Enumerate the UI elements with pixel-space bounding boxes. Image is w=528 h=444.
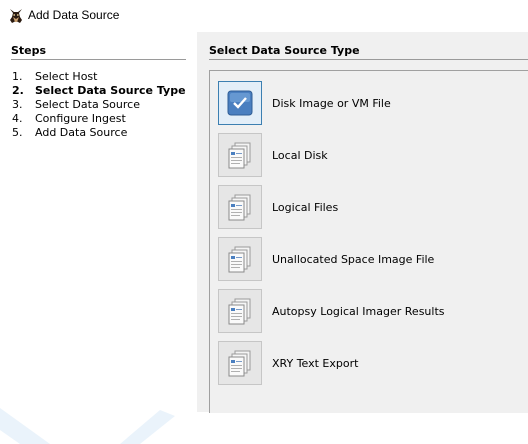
steps-title: Steps bbox=[11, 44, 47, 57]
step-number: 5. bbox=[12, 126, 23, 139]
autopsy-dog-icon bbox=[7, 7, 25, 25]
data-source-type-3: Logical Files bbox=[218, 185, 518, 233]
step-label: Select Data Source bbox=[35, 98, 140, 111]
content-title: Select Data Source Type bbox=[209, 44, 360, 57]
data-source-type-2: Local Disk bbox=[218, 133, 518, 181]
disk-image-icon bbox=[227, 90, 253, 116]
step-number: 4. bbox=[12, 112, 23, 125]
data-source-type-5: Autopsy Logical Imager Results bbox=[218, 289, 518, 337]
steps-panel: Steps 1. Select Host 2. Select Data Source … bbox=[0, 32, 197, 444]
data-source-type-button[interactable] bbox=[218, 341, 262, 385]
step-label: Configure Ingest bbox=[35, 112, 126, 125]
data-source-type-label[interactable]: Logical Files bbox=[272, 201, 338, 214]
content-divider bbox=[209, 59, 528, 60]
data-source-type-label[interactable]: Local Disk bbox=[272, 149, 328, 162]
xry-export-icon bbox=[228, 350, 251, 377]
step-label: Add Data Source bbox=[35, 126, 128, 139]
data-source-type-1: Disk Image or VM File bbox=[218, 81, 518, 129]
data-source-type-list: Disk Image or VM File Local Disk Logical F… bbox=[209, 70, 528, 413]
window-title: Add Data Source bbox=[28, 8, 120, 22]
data-source-type-button[interactable] bbox=[218, 237, 262, 281]
logical-imager-icon bbox=[228, 298, 251, 325]
step-label: Select Host bbox=[35, 70, 98, 83]
local-disk-icon bbox=[228, 142, 251, 169]
step-number: 1. bbox=[12, 70, 23, 83]
data-source-type-label[interactable]: XRY Text Export bbox=[272, 357, 358, 370]
data-source-type-label[interactable]: Autopsy Logical Imager Results bbox=[272, 305, 445, 318]
data-source-type-label[interactable]: Disk Image or VM File bbox=[272, 97, 391, 110]
step-number: 3. bbox=[12, 98, 23, 111]
data-source-type-button[interactable] bbox=[218, 133, 262, 177]
data-source-type-6: XRY Text Export bbox=[218, 341, 518, 389]
content-panel: Select Data Source Type Disk Image or VM… bbox=[197, 32, 528, 413]
steps-divider bbox=[11, 59, 186, 60]
watermark-graphic bbox=[0, 408, 175, 444]
data-source-type-label[interactable]: Unallocated Space Image File bbox=[272, 253, 434, 266]
data-source-type-button[interactable] bbox=[218, 289, 262, 333]
title-bar: Add Data Source bbox=[0, 0, 528, 33]
unallocated-space-icon bbox=[228, 246, 251, 273]
step-number: 2. bbox=[12, 84, 24, 97]
data-source-type-4: Unallocated Space Image File bbox=[218, 237, 518, 285]
logical-files-icon bbox=[228, 194, 251, 221]
data-source-type-button[interactable] bbox=[218, 81, 262, 125]
data-source-type-button[interactable] bbox=[218, 185, 262, 229]
step-label: Select Data Source Type bbox=[35, 84, 186, 97]
